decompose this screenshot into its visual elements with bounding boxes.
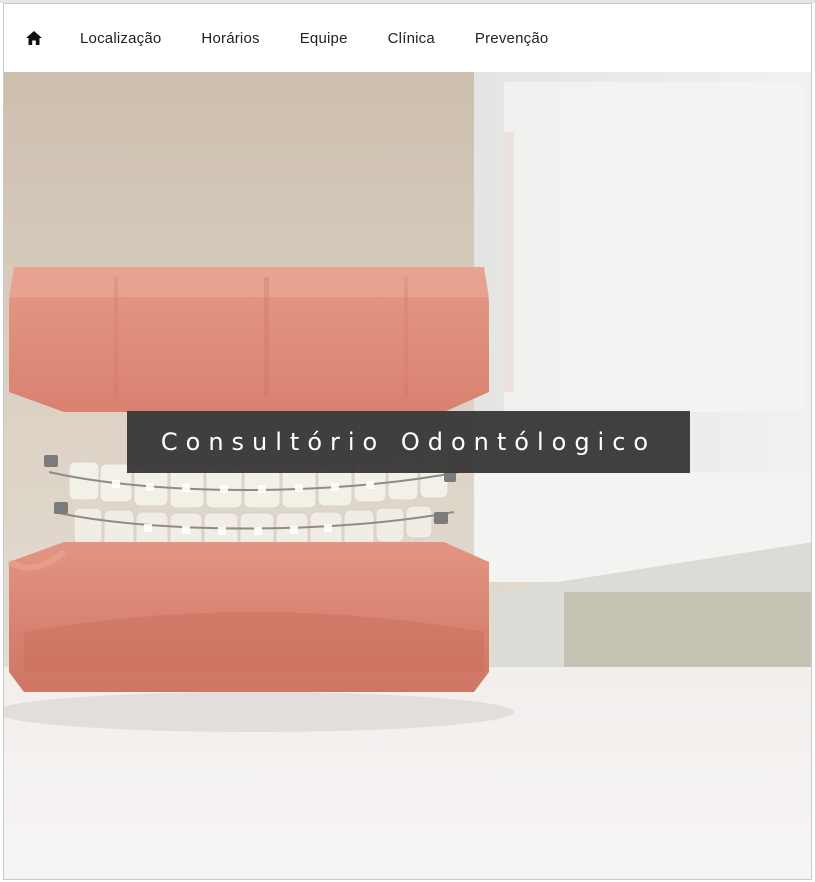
nav-item-horarios[interactable]: Horários bbox=[201, 30, 259, 47]
home-button[interactable] bbox=[24, 28, 44, 48]
nav-item-localizacao[interactable]: Localização bbox=[80, 30, 161, 47]
nav-item-equipe[interactable]: Equipe bbox=[300, 30, 348, 47]
page-frame: Localização Horários Equipe Clínica Prev… bbox=[3, 3, 812, 880]
hero-title: Consultório Odontólogico bbox=[160, 428, 657, 456]
hero-title-banner: Consultório Odontólogico bbox=[127, 411, 690, 473]
nav-item-clinica[interactable]: Clínica bbox=[388, 30, 435, 47]
home-icon bbox=[26, 31, 42, 45]
hero-section: Consultório Odontólogico bbox=[4, 72, 811, 879]
hero-image bbox=[4, 72, 811, 879]
nav-item-prevencao[interactable]: Prevenção bbox=[475, 30, 549, 47]
main-navbar: Localização Horários Equipe Clínica Prev… bbox=[4, 4, 811, 72]
